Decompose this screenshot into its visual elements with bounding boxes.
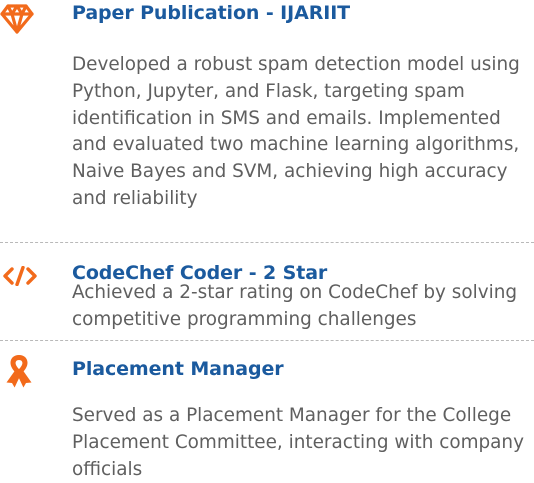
achievement-title: Placement Manager xyxy=(72,358,284,380)
achievement-description: Developed a robust spam detection model … xyxy=(72,54,520,209)
gem-icon xyxy=(0,4,34,34)
achievements-list: Paper Publication - IJARIIT Developed a … xyxy=(0,0,534,480)
achievement-description: Served as a Placement Manager for the Co… xyxy=(72,405,524,480)
ribbon-icon xyxy=(6,355,32,388)
achievement-item: Placement Manager Served as a Placement … xyxy=(0,340,534,480)
achievement-item: Paper Publication - IJARIIT Developed a … xyxy=(0,0,534,242)
achievement-title: Paper Publication - IJARIIT xyxy=(72,2,351,24)
achievement-description: Achieved a 2-star rating on CodeChef by … xyxy=(72,282,518,330)
code-icon xyxy=(3,266,37,286)
achievement-item: CodeChef Coder - 2 Star Achieved a 2-sta… xyxy=(0,242,534,340)
